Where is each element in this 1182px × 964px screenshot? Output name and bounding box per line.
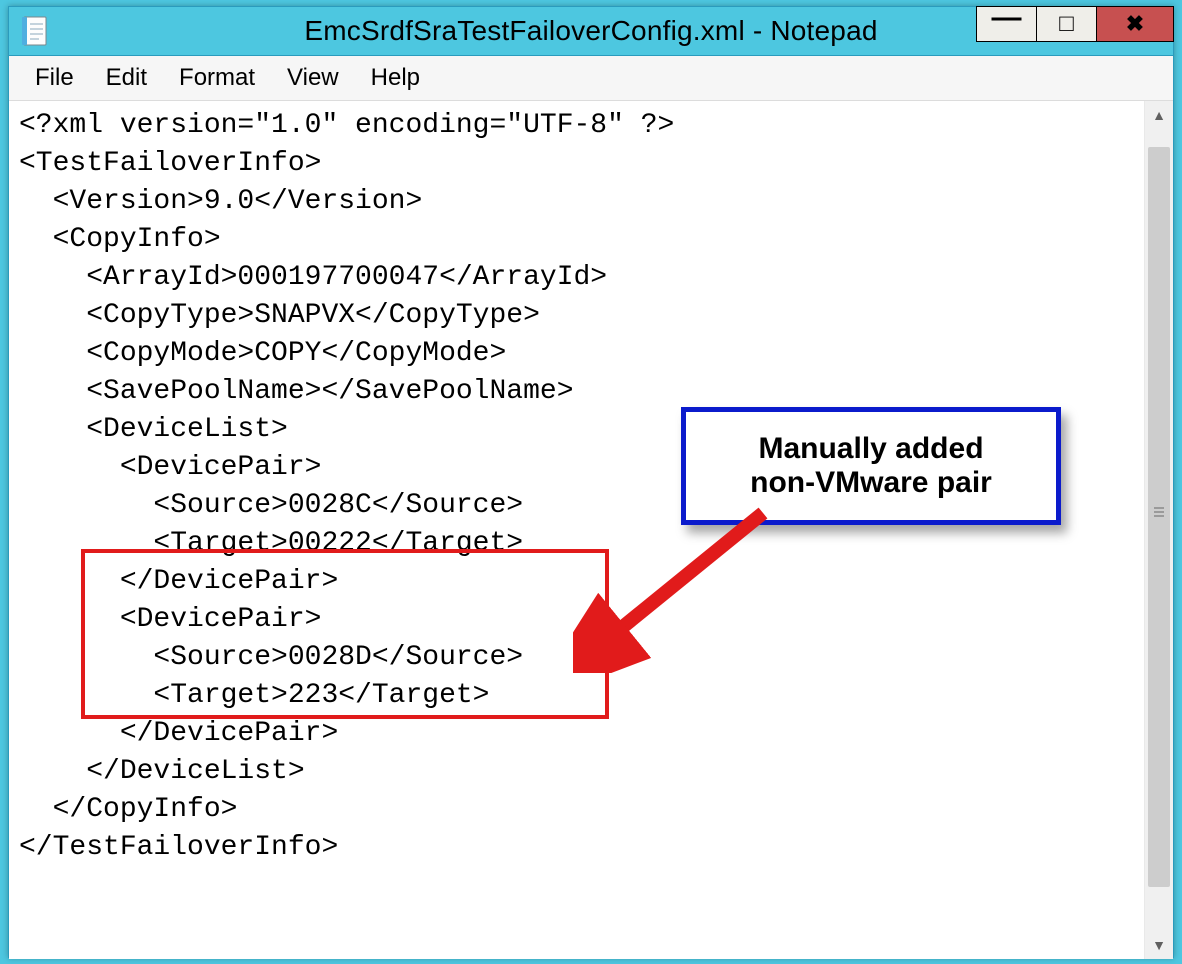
- maximize-button[interactable]: □: [1036, 6, 1096, 42]
- close-button[interactable]: ✖: [1096, 6, 1174, 42]
- notepad-icon: [19, 15, 49, 47]
- scroll-up-button[interactable]: ▲: [1145, 101, 1173, 129]
- callout-line-1: Manually added: [758, 432, 983, 466]
- chevron-down-icon: ▼: [1152, 937, 1166, 953]
- menu-edit[interactable]: Edit: [90, 64, 163, 92]
- menu-view[interactable]: View: [271, 64, 355, 92]
- scroll-thumb[interactable]: [1148, 147, 1170, 887]
- title-bar[interactable]: EmcSrdfSraTestFailoverConfig.xml - Notep…: [9, 7, 1173, 56]
- menu-format[interactable]: Format: [163, 64, 271, 92]
- notepad-window: EmcSrdfSraTestFailoverConfig.xml - Notep…: [8, 6, 1174, 958]
- callout-line-2: non-VMware pair: [750, 466, 992, 500]
- window-title: EmcSrdfSraTestFailoverConfig.xml - Notep…: [304, 15, 877, 47]
- text-editor[interactable]: <?xml version="1.0" encoding="UTF-8" ?> …: [9, 101, 1144, 959]
- annotation-callout: Manually added non-VMware pair: [681, 407, 1061, 525]
- menu-file[interactable]: File: [19, 64, 90, 92]
- scroll-down-button[interactable]: ▼: [1145, 931, 1173, 959]
- chevron-up-icon: ▲: [1152, 107, 1166, 123]
- menu-bar: File Edit Format View Help: [9, 56, 1173, 101]
- minimize-button[interactable]: —: [976, 6, 1036, 42]
- vertical-scrollbar[interactable]: ▲ ▼: [1144, 101, 1173, 959]
- window-caption-buttons: — □ ✖: [976, 6, 1174, 42]
- menu-help[interactable]: Help: [355, 64, 436, 92]
- client-area: <?xml version="1.0" encoding="UTF-8" ?> …: [9, 101, 1173, 959]
